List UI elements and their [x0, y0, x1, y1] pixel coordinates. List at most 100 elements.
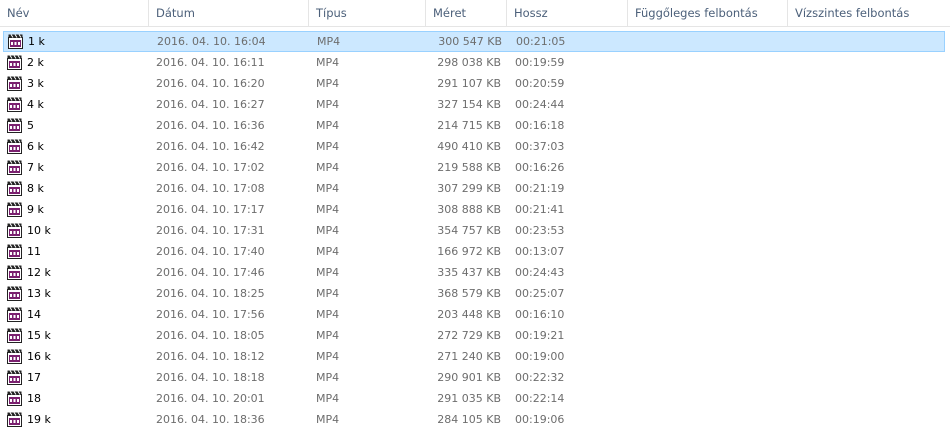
file-type: MP4	[316, 287, 340, 300]
file-length: 00:16:10	[515, 308, 565, 321]
file-type: MP4	[316, 224, 340, 237]
file-name: 3 k	[27, 77, 44, 90]
file-length: 00:22:32	[515, 371, 565, 384]
file-row-7[interactable]: 7 k 2016. 04. 10. 17:02 MP4 219 588 KB 0…	[0, 157, 950, 178]
file-date: 2016. 04. 10. 17:40	[156, 245, 265, 258]
file-size: 271 240 KB	[437, 350, 501, 363]
file-size: 219 588 KB	[437, 161, 501, 174]
file-length: 00:25:07	[515, 287, 565, 300]
file-date: 2016. 04. 10. 17:17	[156, 203, 265, 216]
file-type: MP4	[316, 161, 340, 174]
file-date: 2016. 04. 10. 18:05	[156, 329, 265, 342]
file-row-17[interactable]: 17 2016. 04. 10. 18:18 MP4 290 901 KB 00…	[0, 367, 950, 388]
mp4-video-file-icon	[7, 412, 22, 427]
file-length: 00:16:26	[515, 161, 565, 174]
mp4-video-file-icon	[7, 160, 22, 175]
column-header-horizontal-resolution[interactable]: Vízszintes felbontás	[788, 0, 950, 27]
file-length: 00:19:59	[515, 56, 565, 69]
file-type: MP4	[316, 140, 340, 153]
mp4-video-file-icon	[7, 307, 22, 322]
file-row-12[interactable]: 12 k 2016. 04. 10. 17:46 MP4 335 437 KB …	[0, 262, 950, 283]
column-header-bar: Név Dátum Típus Méret Hossz Függőleges f…	[0, 0, 950, 27]
file-length: 00:19:21	[515, 329, 565, 342]
column-header-type[interactable]: Típus	[309, 0, 426, 27]
column-header-length[interactable]: Hossz	[507, 0, 628, 27]
file-date: 2016. 04. 10. 16:11	[156, 56, 265, 69]
file-name: 7 k	[27, 161, 44, 174]
file-size: 290 901 KB	[437, 371, 501, 384]
file-type: MP4	[316, 329, 340, 342]
file-size: 354 757 KB	[437, 224, 501, 237]
file-length: 00:37:03	[515, 140, 565, 153]
file-name: 12 k	[27, 266, 51, 279]
file-size: 203 448 KB	[437, 308, 501, 321]
file-row-4[interactable]: 4 k 2016. 04. 10. 16:27 MP4 327 154 KB 0…	[0, 94, 950, 115]
file-name: 19 k	[27, 413, 51, 426]
file-size: 298 038 KB	[437, 56, 501, 69]
file-type: MP4	[316, 413, 340, 426]
file-name: 16 k	[27, 350, 51, 363]
file-row-6[interactable]: 6 k 2016. 04. 10. 16:42 MP4 490 410 KB 0…	[0, 136, 950, 157]
file-size: 284 105 KB	[437, 413, 501, 426]
file-type: MP4	[316, 266, 340, 279]
file-name: 5	[27, 119, 34, 132]
file-row-1[interactable]: 1 k 2016. 04. 10. 16:04 MP4 300 547 KB 0…	[3, 31, 945, 52]
mp4-video-file-icon	[7, 76, 22, 91]
file-name: 2 k	[27, 56, 44, 69]
file-type: MP4	[316, 182, 340, 195]
file-size: 368 579 KB	[437, 287, 501, 300]
file-row-16[interactable]: 16 k 2016. 04. 10. 18:12 MP4 271 240 KB …	[0, 346, 950, 367]
file-name: 15 k	[27, 329, 51, 342]
file-type: MP4	[316, 371, 340, 384]
file-length: 00:21:19	[515, 182, 565, 195]
file-list: 1 k 2016. 04. 10. 16:04 MP4 300 547 KB 0…	[0, 31, 950, 430]
file-date: 2016. 04. 10. 16:42	[156, 140, 265, 153]
file-name: 11	[27, 245, 41, 258]
file-row-13[interactable]: 13 k 2016. 04. 10. 18:25 MP4 368 579 KB …	[0, 283, 950, 304]
file-date: 2016. 04. 10. 17:02	[156, 161, 265, 174]
file-date: 2016. 04. 10. 16:27	[156, 98, 265, 111]
file-row-5[interactable]: 5 2016. 04. 10. 16:36 MP4 214 715 KB 00:…	[0, 115, 950, 136]
column-header-name[interactable]: Név	[0, 0, 149, 27]
mp4-video-file-icon	[7, 244, 22, 259]
column-header-size[interactable]: Méret	[426, 0, 507, 27]
file-name: 1 k	[28, 35, 45, 48]
file-row-15[interactable]: 15 k 2016. 04. 10. 18:05 MP4 272 729 KB …	[0, 325, 950, 346]
file-type: MP4	[316, 245, 340, 258]
file-size: 166 972 KB	[437, 245, 501, 258]
file-date: 2016. 04. 10. 17:08	[156, 182, 265, 195]
mp4-video-file-icon	[7, 349, 22, 364]
mp4-video-file-icon	[7, 139, 22, 154]
column-header-vertical-resolution[interactable]: Függőleges felbontás	[628, 0, 788, 27]
file-length: 00:22:14	[515, 392, 565, 405]
file-date: 2016. 04. 10. 18:12	[156, 350, 265, 363]
column-header-date[interactable]: Dátum	[149, 0, 309, 27]
file-size: 291 107 KB	[437, 77, 501, 90]
file-length: 00:16:18	[515, 119, 565, 132]
mp4-video-file-icon	[7, 55, 22, 70]
file-name: 13 k	[27, 287, 51, 300]
file-row-3[interactable]: 3 k 2016. 04. 10. 16:20 MP4 291 107 KB 0…	[0, 73, 950, 94]
file-row-11[interactable]: 11 2016. 04. 10. 17:40 MP4 166 972 KB 00…	[0, 241, 950, 262]
mp4-video-file-icon	[7, 286, 22, 301]
file-row-18[interactable]: 18 2016. 04. 10. 20:01 MP4 291 035 KB 00…	[0, 388, 950, 409]
file-name: 14	[27, 308, 41, 321]
file-row-8[interactable]: 8 k 2016. 04. 10. 17:08 MP4 307 299 KB 0…	[0, 178, 950, 199]
file-row-2[interactable]: 2 k 2016. 04. 10. 16:11 MP4 298 038 KB 0…	[0, 52, 950, 73]
file-row-9[interactable]: 9 k 2016. 04. 10. 17:17 MP4 308 888 KB 0…	[0, 199, 950, 220]
file-row-14[interactable]: 14 2016. 04. 10. 17:56 MP4 203 448 KB 00…	[0, 304, 950, 325]
file-name: 18	[27, 392, 41, 405]
mp4-video-file-icon	[7, 97, 22, 112]
file-date: 2016. 04. 10. 18:36	[156, 413, 265, 426]
file-length: 00:24:44	[515, 98, 565, 111]
file-type: MP4	[316, 350, 340, 363]
file-size: 327 154 KB	[437, 98, 501, 111]
mp4-video-file-icon	[7, 223, 22, 238]
file-size: 291 035 KB	[437, 392, 501, 405]
mp4-video-file-icon	[7, 202, 22, 217]
file-type: MP4	[316, 77, 340, 90]
file-row-10[interactable]: 10 k 2016. 04. 10. 17:31 MP4 354 757 KB …	[0, 220, 950, 241]
mp4-video-file-icon	[8, 34, 23, 49]
file-date: 2016. 04. 10. 17:31	[156, 224, 265, 237]
file-row-19[interactable]: 19 k 2016. 04. 10. 18:36 MP4 284 105 KB …	[0, 409, 950, 430]
